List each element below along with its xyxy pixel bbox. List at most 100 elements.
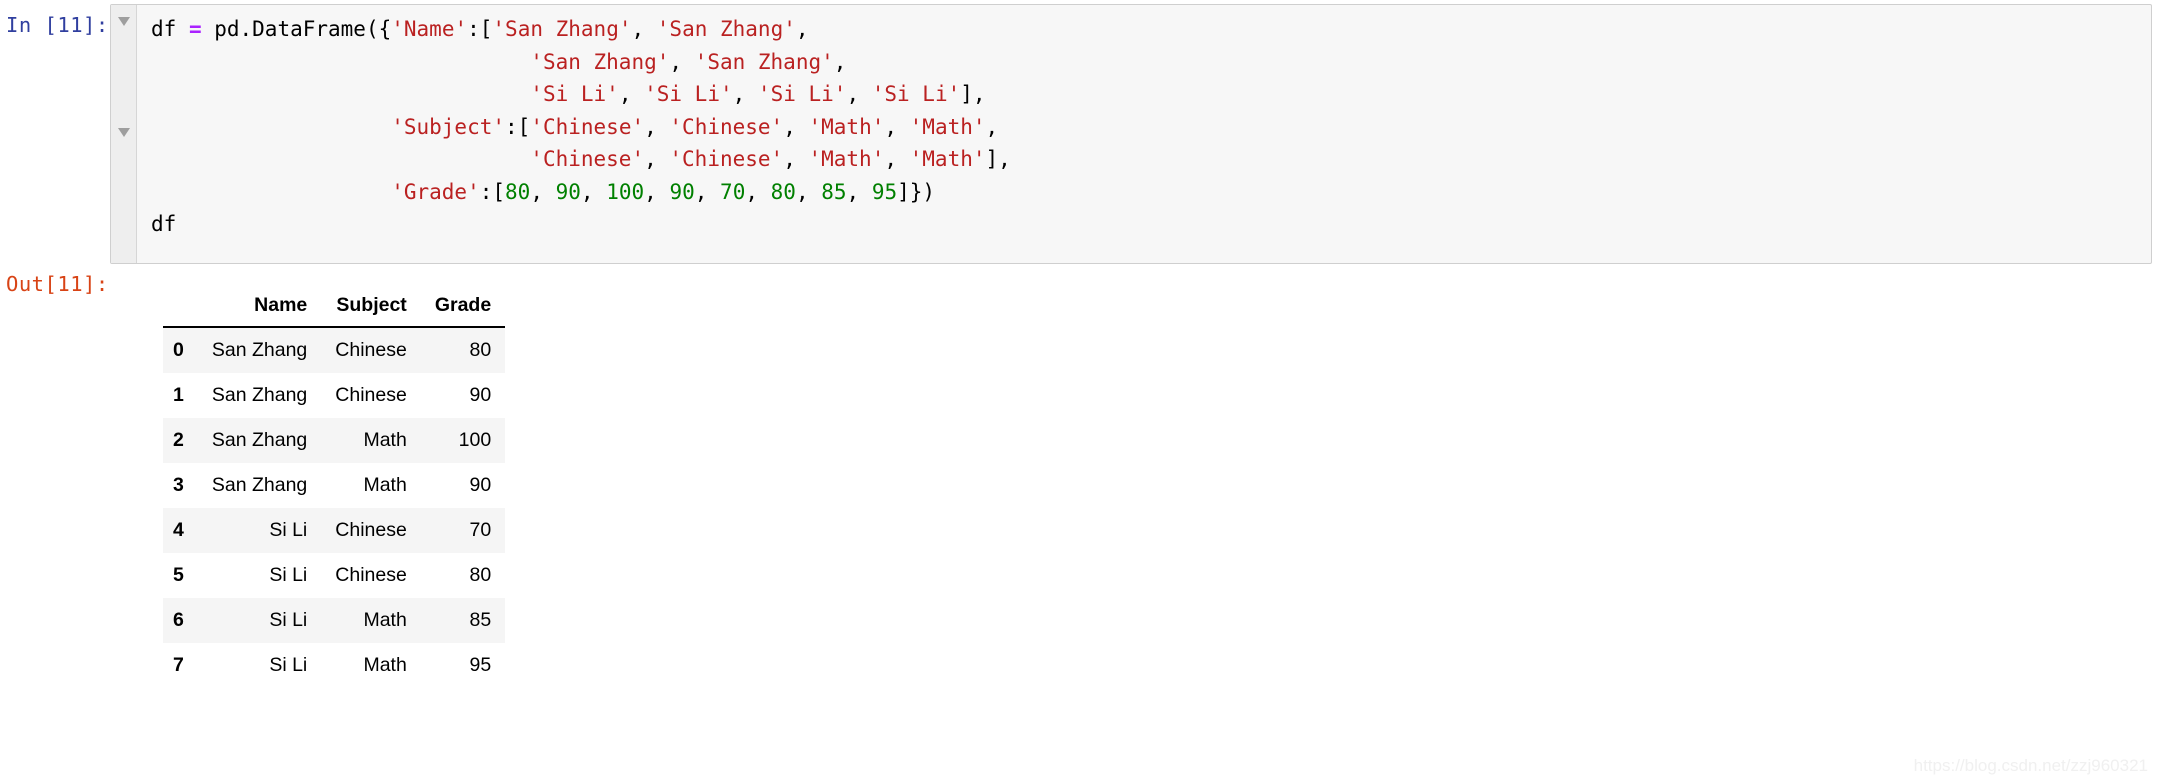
code-token: , bbox=[580, 179, 607, 204]
code-line: 'Si Li', 'Si Li', 'Si Li', 'Si Li'], bbox=[151, 78, 2151, 111]
column-header-grade: Grade bbox=[420, 288, 506, 328]
table-row: 2 San Zhang Math 100 bbox=[163, 418, 506, 463]
table-row: 6 Si Li Math 85 bbox=[163, 598, 506, 643]
triangle-down-icon[interactable] bbox=[118, 17, 130, 26]
code-token: 'Math' bbox=[808, 114, 885, 139]
code-token: 'Chinese' bbox=[530, 147, 645, 171]
watermark: https://blog.csdn.net/zzj960321 bbox=[1913, 756, 2148, 775]
code-token: , bbox=[530, 179, 556, 204]
table-cell-subject: Math bbox=[363, 429, 407, 451]
dataframe-body: 0 San Zhang Chinese 80 1 San Zhang Chinese 90 2 S… bbox=[163, 327, 506, 688]
code-token: , bbox=[884, 147, 910, 171]
code-token: 90 bbox=[555, 179, 581, 204]
code-token: 'Name' bbox=[391, 17, 468, 41]
output-body: Name Subject Grade 0 San Zhang Chinese 80 1 San… bbox=[110, 272, 2162, 688]
code-token: 'Subject' bbox=[391, 114, 506, 139]
code-line: 'Grade':[80, 90, 100, 90, 70, 80, 85, 95… bbox=[151, 176, 2151, 209]
dataframe-head: Name Subject Grade bbox=[163, 288, 506, 328]
code-source[interactable]: df = pd.DataFrame({'Name':['San Zhang', … bbox=[137, 5, 2151, 263]
code-token: :[ bbox=[505, 114, 531, 139]
table-header-row: Name Subject Grade bbox=[163, 288, 506, 328]
code-line: 'Subject':['Chinese', 'Chinese', 'Math',… bbox=[151, 111, 2151, 144]
code-token: 'Si Li' bbox=[530, 82, 619, 106]
table-cell-name: San Zhang bbox=[211, 474, 308, 496]
table-cell-name: San Zhang bbox=[211, 384, 308, 406]
column-header-subject: Subject bbox=[321, 288, 421, 328]
input-prompt: In [11]: bbox=[6, 13, 109, 37]
code-token: , bbox=[694, 179, 721, 204]
code-token: , bbox=[745, 179, 771, 204]
table-cell-grade: 90 bbox=[469, 384, 492, 406]
code-token: , bbox=[732, 82, 758, 106]
code-token: , bbox=[884, 114, 910, 139]
code-token: , bbox=[644, 147, 670, 171]
table-cell-name: San Zhang bbox=[211, 339, 308, 361]
code-token: 'Math' bbox=[909, 147, 986, 171]
table-row: 3 San Zhang Math 90 bbox=[163, 463, 506, 508]
code-token: , bbox=[833, 49, 847, 74]
code-token: 'Math' bbox=[909, 114, 986, 139]
table-row: 0 San Zhang Chinese 80 bbox=[163, 327, 506, 373]
dataframe-table: Name Subject Grade 0 San Zhang Chinese 80 1 San… bbox=[163, 288, 506, 688]
code-token: ]}) bbox=[897, 179, 936, 204]
table-cell-name: San Zhang bbox=[211, 429, 308, 451]
code-token: , bbox=[669, 49, 695, 74]
code-token: 'Si Li' bbox=[757, 82, 847, 106]
code-token: , bbox=[795, 179, 822, 204]
code-token: 'San Zhang' bbox=[656, 17, 796, 41]
code-token: 70 bbox=[720, 179, 746, 204]
code-token: ], bbox=[960, 82, 986, 106]
code-token: 'Math' bbox=[808, 147, 885, 171]
code-token: 'Si Li' bbox=[871, 82, 961, 106]
table-cell-subject: Math bbox=[363, 474, 407, 496]
table-cell-name: Si Li bbox=[269, 654, 308, 676]
code-token: , bbox=[783, 147, 809, 171]
table-cell-subject: Chinese bbox=[335, 384, 407, 406]
table-cell-grade: 80 bbox=[469, 339, 492, 361]
table-row: 4 Si Li Chinese 70 bbox=[163, 508, 506, 553]
code-token: 85 bbox=[821, 179, 847, 204]
cell-collapser-gutter[interactable] bbox=[111, 5, 137, 263]
code-token: , bbox=[985, 114, 999, 139]
triangle-down-icon[interactable] bbox=[118, 128, 130, 137]
table-cell-subject: Chinese bbox=[335, 564, 407, 586]
code-token: df bbox=[151, 17, 189, 41]
code-token: 95 bbox=[871, 179, 898, 204]
code-token: , bbox=[783, 114, 809, 139]
row-index: 6 bbox=[173, 609, 184, 631]
table-cell-name: Si Li bbox=[269, 519, 308, 541]
row-index: 3 bbox=[173, 474, 184, 496]
code-token: , bbox=[618, 82, 645, 106]
code-token: :[ bbox=[467, 17, 493, 41]
code-token: 'San Zhang' bbox=[492, 17, 632, 41]
code-token: df bbox=[151, 212, 177, 236]
code-editor[interactable]: df = pd.DataFrame({'Name':['San Zhang', … bbox=[110, 4, 2152, 264]
code-cell: In [11]: df = pd.DataFrame({'Name':['San… bbox=[0, 0, 2162, 264]
output-prompt: Out[11]: bbox=[6, 272, 109, 296]
table-cell-grade: 95 bbox=[469, 654, 492, 676]
table-row: 1 San Zhang Chinese 90 bbox=[163, 373, 506, 418]
code-token: = bbox=[188, 17, 202, 41]
column-header-name: Name bbox=[197, 288, 322, 328]
row-index: 7 bbox=[173, 654, 184, 676]
table-cell-grade: 70 bbox=[469, 519, 492, 541]
row-index: 2 bbox=[173, 429, 184, 451]
row-index: 1 bbox=[173, 384, 184, 406]
code-token: 80 bbox=[770, 179, 796, 204]
code-token: 90 bbox=[669, 179, 695, 204]
table-cell-grade: 90 bbox=[469, 474, 492, 496]
code-line: 'San Zhang', 'San Zhang', bbox=[151, 46, 2151, 79]
code-token: , bbox=[644, 114, 670, 139]
code-token: :[ bbox=[479, 179, 506, 204]
table-cell-grade: 100 bbox=[458, 429, 492, 451]
code-line: df = pd.DataFrame({'Name':['San Zhang', … bbox=[151, 13, 2151, 46]
table-cell-name: Si Li bbox=[269, 564, 308, 586]
table-row: 5 Si Li Chinese 80 bbox=[163, 553, 506, 598]
table-cell-grade: 85 bbox=[469, 609, 492, 631]
code-token: 'Chinese' bbox=[669, 147, 784, 171]
code-token: 80 bbox=[505, 179, 531, 204]
row-index: 0 bbox=[173, 339, 184, 361]
code-token: 'Grade' bbox=[391, 179, 480, 204]
